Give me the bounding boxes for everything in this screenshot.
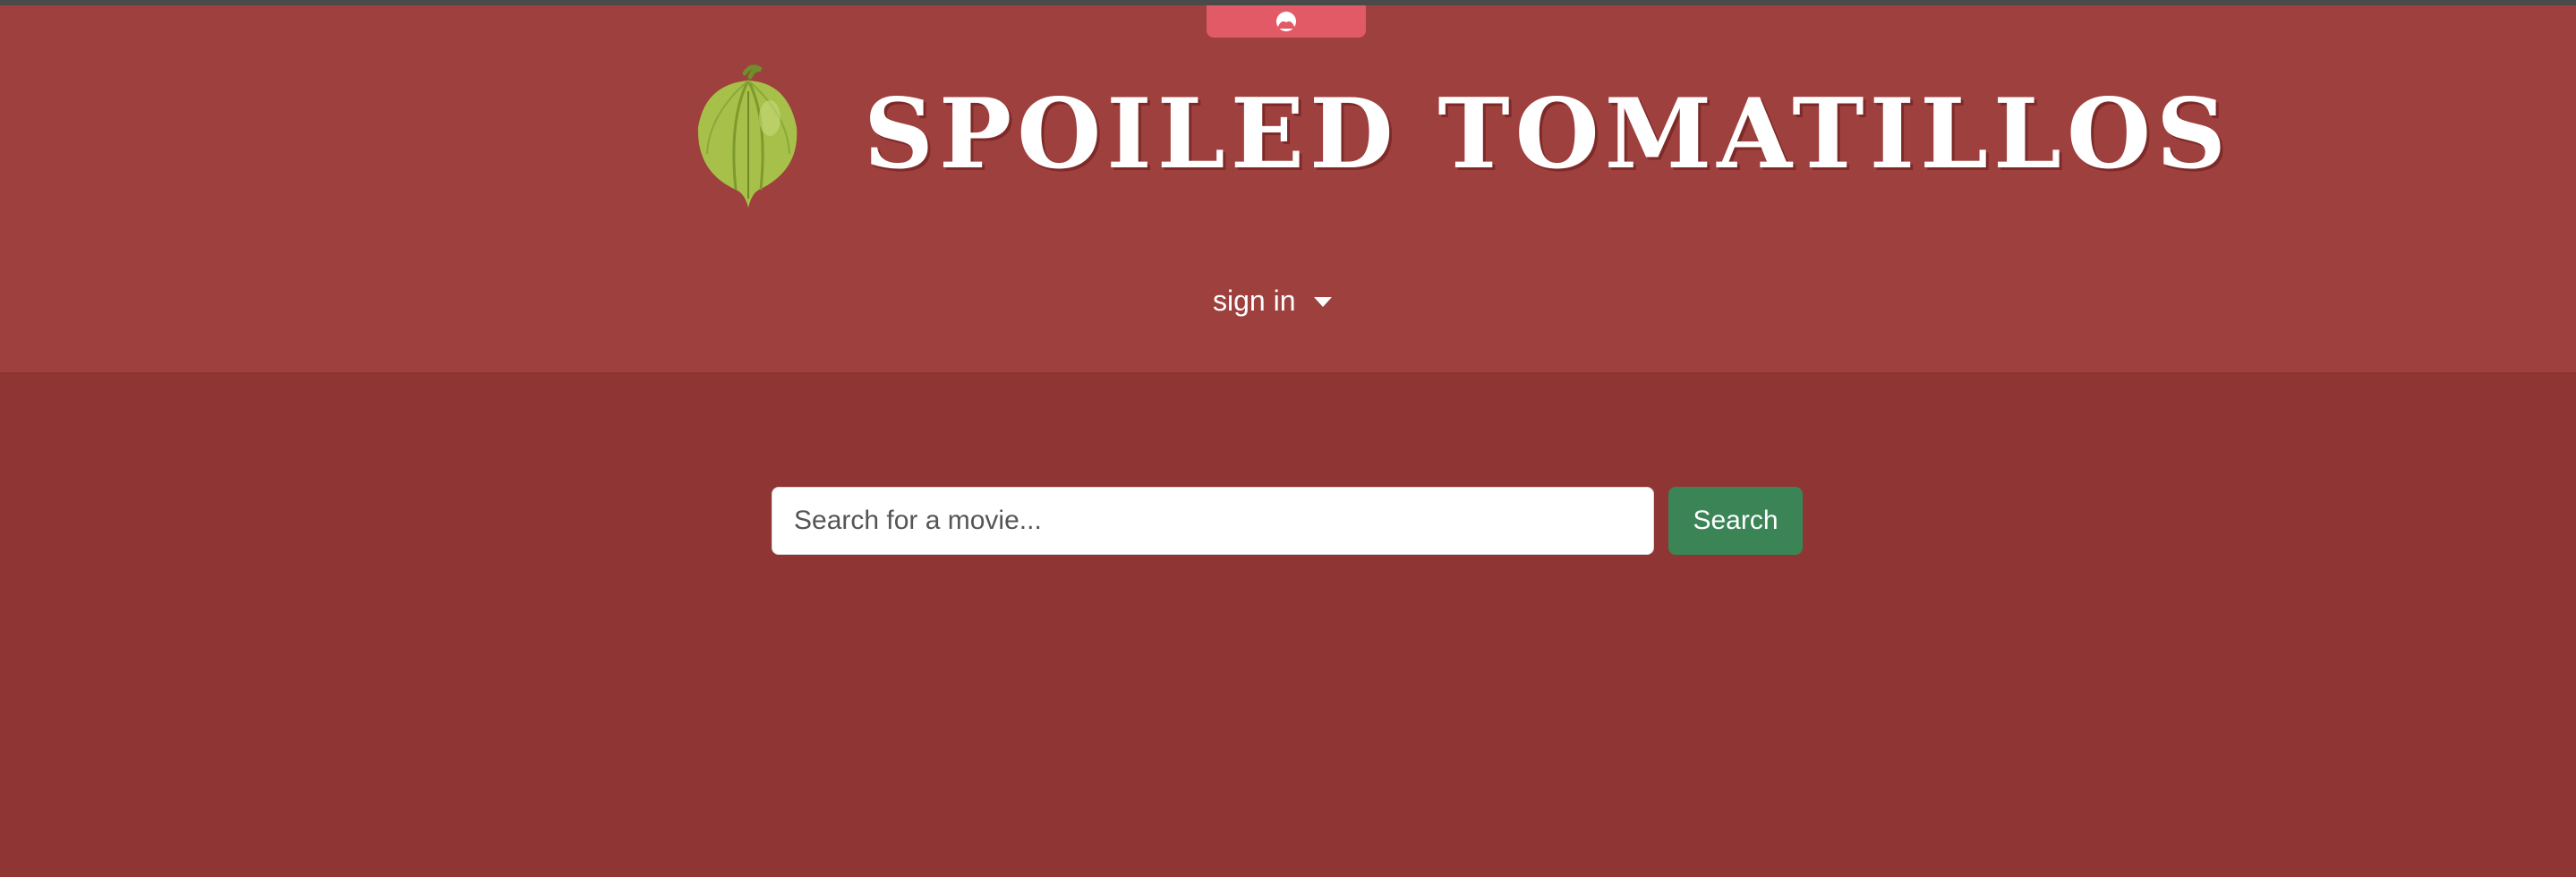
chevron-down-icon — [1313, 297, 1332, 307]
search-button[interactable]: Search — [1668, 487, 1803, 555]
signin-dropdown[interactable]: sign in — [1213, 285, 1332, 318]
signin-label: sign in — [1213, 285, 1296, 317]
search-form: Search — [772, 487, 1803, 555]
search-input[interactable] — [772, 487, 1654, 555]
brand[interactable]: SPOILED TOMATILLOS — [680, 59, 2226, 220]
tomatillo-icon — [689, 64, 806, 213]
site-title: SPOILED TOMATILLOS — [864, 78, 2232, 191]
wave-icon — [1273, 11, 1300, 32]
extension-handle[interactable] — [1207, 5, 1366, 38]
